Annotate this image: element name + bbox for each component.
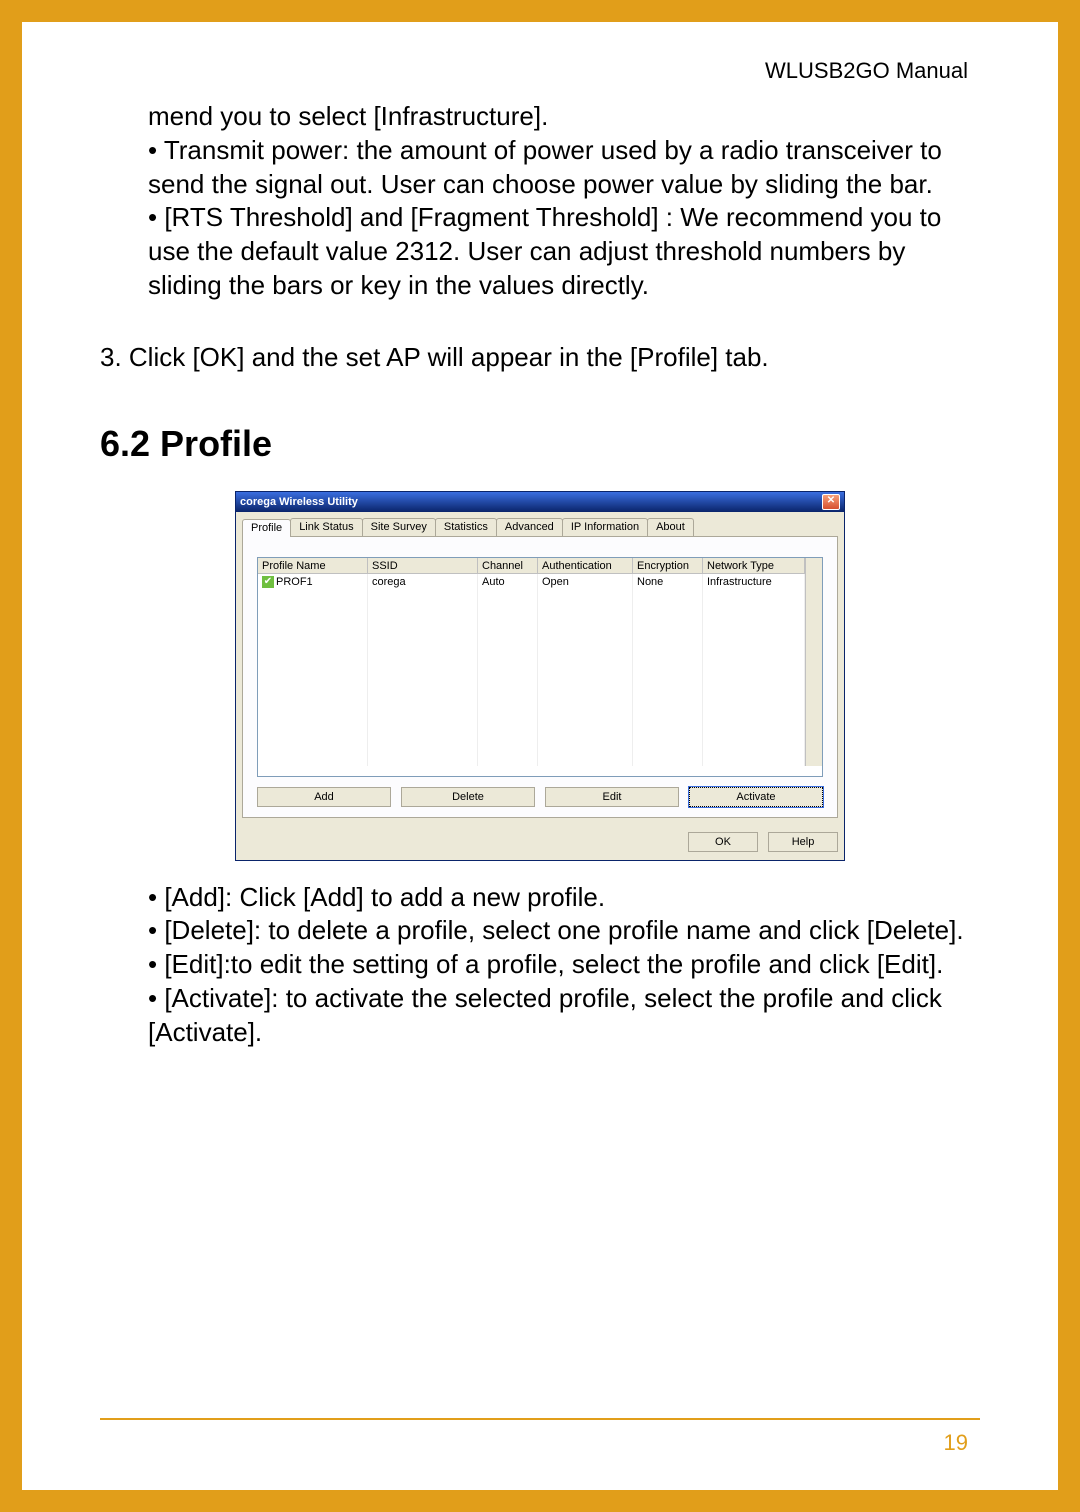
col-authentication[interactable]: Authentication [538, 558, 633, 574]
step-3: 3. Click [OK] and the set AP will appear… [100, 341, 980, 375]
bullet-add: • [Add]: Click [Add] to add a new profil… [100, 881, 980, 915]
row-channel: Auto [478, 574, 538, 590]
bullet-edit: • [Edit]:to edit the setting of a profil… [100, 948, 980, 982]
row-enc: None [633, 574, 703, 590]
col-channel[interactable]: Channel [478, 558, 538, 574]
row-net: Infrastructure [703, 574, 805, 590]
row-ssid: corega [368, 574, 478, 590]
table-row[interactable]: ✔PROF1 corega Auto Open None Infrastruct… [258, 574, 822, 590]
help-button[interactable]: Help [768, 832, 838, 852]
screenshot-dialog: corega Wireless Utility ✕ Profile Link S… [235, 491, 845, 861]
col-profile-name[interactable]: Profile Name [258, 558, 368, 574]
add-button[interactable]: Add [257, 787, 391, 807]
tab-advanced[interactable]: Advanced [496, 518, 563, 536]
tabstrip: Profile Link Status Site Survey Statisti… [242, 518, 838, 536]
col-ssid[interactable]: SSID [368, 558, 478, 574]
window-title: corega Wireless Utility [240, 492, 358, 512]
row-auth: Open [538, 574, 633, 590]
activate-button[interactable]: Activate [689, 787, 823, 807]
bullet-rts-threshold: • [RTS Threshold] and [Fragment Threshol… [100, 201, 980, 302]
header-title: WLUSB2GO Manual [765, 58, 968, 84]
close-icon[interactable]: ✕ [822, 494, 840, 510]
frag-continuation: mend you to select [Infrastructure]. [100, 100, 980, 134]
col-network-type[interactable]: Network Type [703, 558, 805, 574]
tab-profile[interactable]: Profile [242, 519, 291, 537]
row-profile-name: PROF1 [276, 576, 313, 588]
footer-divider [100, 1418, 980, 1420]
section-heading: 6.2 Profile [100, 423, 980, 465]
tab-link-status[interactable]: Link Status [290, 518, 362, 536]
bullet-transmit-power: • Transmit power: the amount of power us… [100, 134, 980, 202]
edit-button[interactable]: Edit [545, 787, 679, 807]
profile-list[interactable]: Profile Name SSID Channel Authentication… [257, 557, 823, 777]
page-number: 19 [944, 1430, 968, 1456]
tab-site-survey[interactable]: Site Survey [362, 518, 436, 536]
tab-statistics[interactable]: Statistics [435, 518, 497, 536]
delete-button[interactable]: Delete [401, 787, 535, 807]
list-header: Profile Name SSID Channel Authentication… [258, 558, 822, 574]
bullet-activate: • [Activate]: to activate the selected p… [100, 982, 980, 1050]
check-icon: ✔ [262, 576, 274, 588]
tab-ip-information[interactable]: IP Information [562, 518, 648, 536]
col-encryption[interactable]: Encryption [633, 558, 703, 574]
scrollbar[interactable] [805, 558, 822, 574]
ok-button[interactable]: OK [688, 832, 758, 852]
bullet-delete: • [Delete]: to delete a profile, select … [100, 914, 980, 948]
tab-about[interactable]: About [647, 518, 694, 536]
titlebar: corega Wireless Utility ✕ [236, 492, 844, 512]
